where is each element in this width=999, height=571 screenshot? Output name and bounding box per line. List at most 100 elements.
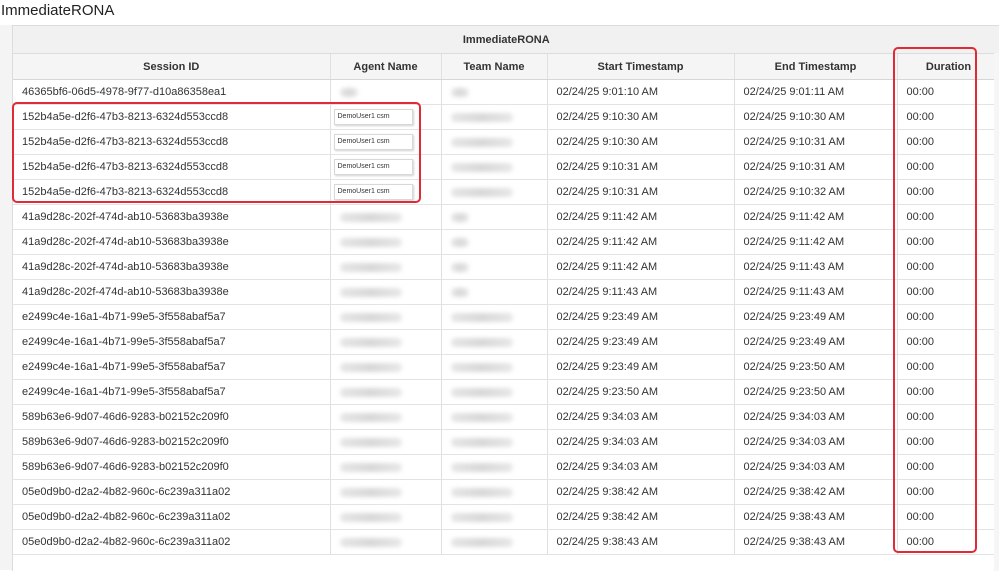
cell-duration: 00:00 (897, 104, 999, 130)
col-header-agent-name[interactable]: Agent Name (330, 53, 442, 80)
cell-team-name (441, 329, 548, 355)
table-row[interactable]: 41a9d28c-202f-474d-ab10-53683ba3938e 02/2… (13, 254, 999, 280)
table-row[interactable]: 05e0d9b0-d2a2-4b82-960c-6c239a311a02 02/2… (13, 529, 999, 555)
cell-end-timestamp: 02/24/25 9:01:11 AM (734, 79, 898, 105)
cell-team-name (441, 104, 548, 130)
redacted-agent-name (339, 312, 402, 322)
col-header-duration[interactable]: Duration (897, 53, 999, 80)
cell-start-timestamp: 02/24/25 9:10:31 AM (547, 179, 735, 205)
cell-duration: 00:00 (897, 529, 999, 555)
cell-end-timestamp: 02/24/25 9:34:03 AM (734, 454, 898, 480)
cell-team-name (441, 129, 548, 155)
cell-agent-name (330, 229, 442, 255)
redacted-team-name (450, 337, 513, 347)
cell-duration: 00:00 (897, 229, 999, 255)
cell-start-timestamp: 02/24/25 9:34:03 AM (547, 429, 735, 455)
cell-duration: 00:00 (897, 279, 999, 305)
cell-duration: 00:00 (897, 79, 999, 105)
agent-name-chip: DemoUser1 csm (333, 159, 413, 175)
cell-agent-name: DemoUser1 csm (330, 154, 442, 180)
cell-start-timestamp: 02/24/25 9:10:30 AM (547, 104, 735, 130)
table-row[interactable]: e2499c4e-16a1-4b71-99e5-3f558abaf5a7 02/2… (13, 379, 999, 405)
table-row[interactable]: 41a9d28c-202f-474d-ab10-53683ba3938e 02/2… (13, 204, 999, 230)
cell-start-timestamp: 02/24/25 9:11:42 AM (547, 204, 735, 230)
vertical-scrollbar[interactable] (994, 53, 999, 571)
column-header-row: Session ID Agent Name Team Name Start Ti… (13, 53, 999, 80)
redacted-agent-name (339, 437, 402, 447)
cell-start-timestamp: 02/24/25 9:23:49 AM (547, 329, 735, 355)
cell-agent-name (330, 429, 442, 455)
cell-agent-name: DemoUser1 csm (330, 129, 442, 155)
col-header-session-id[interactable]: Session ID (13, 53, 331, 80)
redacted-agent-name (339, 387, 402, 397)
cell-duration: 00:00 (897, 304, 999, 330)
cell-end-timestamp: 02/24/25 9:10:32 AM (734, 179, 898, 205)
table-row[interactable]: e2499c4e-16a1-4b71-99e5-3f558abaf5a7 02/2… (13, 304, 999, 330)
table-row[interactable]: e2499c4e-16a1-4b71-99e5-3f558abaf5a7 02/2… (13, 329, 999, 355)
cell-start-timestamp: 02/24/25 9:23:49 AM (547, 304, 735, 330)
table-row[interactable]: 152b4a5e-d2f6-47b3-8213-6324d553ccd8 Demo… (13, 129, 999, 155)
cell-session-id: 152b4a5e-d2f6-47b3-8213-6324d553ccd8 (13, 179, 331, 205)
redacted-agent-name (339, 287, 402, 297)
cell-end-timestamp: 02/24/25 9:10:30 AM (734, 104, 898, 130)
cell-end-timestamp: 02/24/25 9:23:49 AM (734, 304, 898, 330)
cell-team-name (441, 204, 548, 230)
group-header-row: ImmediateRONA (13, 26, 999, 54)
table-row[interactable]: 589b63e6-9d07-46d6-9283-b02152c209f0 02/2… (13, 429, 999, 455)
table-row[interactable]: 152b4a5e-d2f6-47b3-8213-6324d553ccd8 Demo… (13, 179, 999, 205)
cell-start-timestamp: 02/24/25 9:34:03 AM (547, 404, 735, 430)
cell-start-timestamp: 02/24/25 9:38:43 AM (547, 529, 735, 555)
cell-agent-name (330, 454, 442, 480)
redacted-team-name (450, 212, 469, 222)
cell-duration: 00:00 (897, 504, 999, 530)
table-row[interactable]: 152b4a5e-d2f6-47b3-8213-6324d553ccd8 Demo… (13, 104, 999, 130)
cell-agent-name (330, 204, 442, 230)
redacted-team-name (450, 412, 513, 422)
table-row[interactable]: 589b63e6-9d07-46d6-9283-b02152c209f0 02/2… (13, 404, 999, 430)
cell-end-timestamp: 02/24/25 9:23:50 AM (734, 354, 898, 380)
agent-name-chip: DemoUser1 csm (333, 134, 413, 150)
cell-team-name (441, 379, 548, 405)
table-row[interactable]: 05e0d9b0-d2a2-4b82-960c-6c239a311a02 02/2… (13, 479, 999, 505)
cell-session-id: 589b63e6-9d07-46d6-9283-b02152c209f0 (13, 429, 331, 455)
redacted-agent-name (339, 412, 402, 422)
table-row[interactable]: e2499c4e-16a1-4b71-99e5-3f558abaf5a7 02/2… (13, 354, 999, 380)
redacted-agent-name (339, 262, 402, 272)
left-gutter (0, 25, 12, 570)
cell-end-timestamp: 02/24/25 9:38:43 AM (734, 529, 898, 555)
cell-duration: 00:00 (897, 254, 999, 280)
col-header-end-timestamp[interactable]: End Timestamp (734, 53, 898, 80)
group-header: ImmediateRONA (13, 26, 999, 54)
table-row[interactable]: 589b63e6-9d07-46d6-9283-b02152c209f0 02/2… (13, 454, 999, 480)
cell-session-id: 05e0d9b0-d2a2-4b82-960c-6c239a311a02 (13, 529, 331, 555)
col-header-team-name[interactable]: Team Name (441, 53, 548, 80)
cell-agent-name (330, 304, 442, 330)
cell-duration: 00:00 (897, 454, 999, 480)
cell-team-name (441, 429, 548, 455)
cell-start-timestamp: 02/24/25 9:10:30 AM (547, 129, 735, 155)
table-row[interactable]: 46365bf6-06d5-4978-9f77-d10a86358ea1 02/2… (13, 79, 999, 105)
page-title: ImmediateRONA (1, 2, 115, 19)
cell-duration: 00:00 (897, 329, 999, 355)
cell-agent-name (330, 479, 442, 505)
redacted-team-name (450, 362, 513, 372)
redacted-agent-name (339, 337, 402, 347)
col-header-start-timestamp[interactable]: Start Timestamp (547, 53, 735, 80)
table-row[interactable]: 05e0d9b0-d2a2-4b82-960c-6c239a311a02 02/2… (13, 504, 999, 530)
table-row[interactable]: 152b4a5e-d2f6-47b3-8213-6324d553ccd8 Demo… (13, 154, 999, 180)
cell-session-id: 46365bf6-06d5-4978-9f77-d10a86358ea1 (13, 79, 331, 105)
table-row[interactable]: 41a9d28c-202f-474d-ab10-53683ba3938e 02/2… (13, 229, 999, 255)
cell-session-id: 05e0d9b0-d2a2-4b82-960c-6c239a311a02 (13, 504, 331, 530)
cell-end-timestamp: 02/24/25 9:11:42 AM (734, 229, 898, 255)
cell-duration: 00:00 (897, 379, 999, 405)
cell-duration: 00:00 (897, 204, 999, 230)
table-row[interactable]: 41a9d28c-202f-474d-ab10-53683ba3938e 02/2… (13, 279, 999, 305)
cell-end-timestamp: 02/24/25 9:11:43 AM (734, 254, 898, 280)
cell-team-name (441, 479, 548, 505)
cell-agent-name: DemoUser1 csm (330, 104, 442, 130)
redacted-team-name (450, 162, 513, 172)
redacted-agent-name (339, 87, 358, 97)
cell-team-name (441, 79, 548, 105)
cell-session-id: 41a9d28c-202f-474d-ab10-53683ba3938e (13, 229, 331, 255)
cell-end-timestamp: 02/24/25 9:10:31 AM (734, 129, 898, 155)
